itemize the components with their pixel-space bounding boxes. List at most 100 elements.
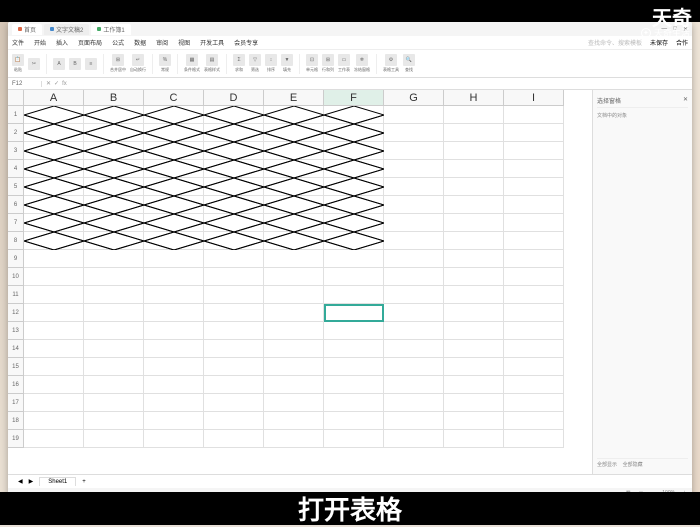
- cell[interactable]: [384, 250, 444, 268]
- cell[interactable]: [324, 394, 384, 412]
- select-all-corner[interactable]: [8, 90, 24, 106]
- cell[interactable]: [444, 160, 504, 178]
- cell[interactable]: [444, 340, 504, 358]
- cell[interactable]: [84, 214, 144, 232]
- cell[interactable]: [444, 124, 504, 142]
- cell[interactable]: [444, 376, 504, 394]
- cell[interactable]: [384, 178, 444, 196]
- cell[interactable]: [84, 196, 144, 214]
- cell[interactable]: [324, 106, 384, 124]
- row-header[interactable]: 16: [8, 376, 24, 394]
- spreadsheet-grid[interactable]: A B C D E F G H I 1234567891011121314151…: [8, 90, 592, 474]
- cell[interactable]: [144, 286, 204, 304]
- cell[interactable]: [144, 376, 204, 394]
- cell[interactable]: [384, 358, 444, 376]
- cell[interactable]: [84, 358, 144, 376]
- menu-dev[interactable]: 开发工具: [200, 38, 224, 47]
- cell[interactable]: [204, 340, 264, 358]
- merge-icon[interactable]: ⊞: [112, 54, 124, 66]
- cell[interactable]: [204, 394, 264, 412]
- col-G[interactable]: G: [384, 90, 444, 106]
- cell[interactable]: [444, 322, 504, 340]
- cell[interactable]: [264, 214, 324, 232]
- cell[interactable]: [144, 142, 204, 160]
- cell[interactable]: [264, 286, 324, 304]
- cell[interactable]: [144, 250, 204, 268]
- cell[interactable]: [264, 196, 324, 214]
- row-header[interactable]: 17: [8, 394, 24, 412]
- cell[interactable]: [24, 160, 84, 178]
- cell[interactable]: [384, 304, 444, 322]
- cell[interactable]: [264, 250, 324, 268]
- cell[interactable]: [204, 376, 264, 394]
- col-I[interactable]: I: [504, 90, 564, 106]
- condformat-icon[interactable]: ▦: [186, 54, 198, 66]
- cell[interactable]: [144, 322, 204, 340]
- cell[interactable]: [24, 376, 84, 394]
- cell[interactable]: [264, 394, 324, 412]
- panel-showall[interactable]: 全部显示: [597, 462, 617, 468]
- cell[interactable]: [444, 214, 504, 232]
- cell[interactable]: [84, 412, 144, 430]
- cell[interactable]: [504, 340, 564, 358]
- cell[interactable]: [24, 142, 84, 160]
- cell[interactable]: [24, 268, 84, 286]
- cell[interactable]: [144, 340, 204, 358]
- cell[interactable]: [84, 124, 144, 142]
- paste-icon[interactable]: 📋: [12, 54, 24, 66]
- cell[interactable]: [324, 430, 384, 448]
- find-icon[interactable]: 🔍: [403, 54, 415, 66]
- menu-file[interactable]: 文件: [12, 38, 24, 47]
- row-header[interactable]: 14: [8, 340, 24, 358]
- cell[interactable]: [204, 178, 264, 196]
- cell[interactable]: [24, 340, 84, 358]
- cell[interactable]: [384, 430, 444, 448]
- cell[interactable]: [84, 376, 144, 394]
- cell[interactable]: [504, 430, 564, 448]
- cell[interactable]: [204, 286, 264, 304]
- title-tab-home[interactable]: 首页: [12, 24, 42, 35]
- cell[interactable]: [324, 196, 384, 214]
- cell[interactable]: [204, 214, 264, 232]
- row-header[interactable]: 4: [8, 160, 24, 178]
- row-header[interactable]: 7: [8, 214, 24, 232]
- nav-prev-icon[interactable]: ◀: [18, 478, 23, 485]
- cell[interactable]: [504, 250, 564, 268]
- cell[interactable]: [324, 358, 384, 376]
- cell[interactable]: [204, 250, 264, 268]
- cell[interactable]: [504, 142, 564, 160]
- cell[interactable]: [324, 286, 384, 304]
- cell[interactable]: [444, 412, 504, 430]
- cell[interactable]: [24, 358, 84, 376]
- panel-hideall[interactable]: 全部隐藏: [623, 462, 643, 468]
- cell[interactable]: [204, 142, 264, 160]
- cell[interactable]: [264, 178, 324, 196]
- cell[interactable]: [444, 142, 504, 160]
- cell[interactable]: [84, 142, 144, 160]
- cell[interactable]: [504, 124, 564, 142]
- row-header[interactable]: 15: [8, 358, 24, 376]
- cell[interactable]: [504, 412, 564, 430]
- cell[interactable]: [264, 232, 324, 250]
- row-header[interactable]: 5: [8, 178, 24, 196]
- cell[interactable]: [444, 250, 504, 268]
- cell[interactable]: [504, 268, 564, 286]
- cell[interactable]: [204, 268, 264, 286]
- cell[interactable]: [384, 232, 444, 250]
- cell[interactable]: [84, 394, 144, 412]
- cell[interactable]: [204, 232, 264, 250]
- cell[interactable]: [84, 268, 144, 286]
- col-B[interactable]: B: [84, 90, 144, 106]
- cell[interactable]: [264, 160, 324, 178]
- cell[interactable]: [204, 160, 264, 178]
- cell[interactable]: [384, 106, 444, 124]
- cell[interactable]: [24, 322, 84, 340]
- cell[interactable]: [84, 286, 144, 304]
- panel-close-icon[interactable]: ✕: [683, 96, 688, 105]
- cell[interactable]: [204, 322, 264, 340]
- cell[interactable]: [324, 142, 384, 160]
- cell[interactable]: [24, 214, 84, 232]
- cell[interactable]: [84, 340, 144, 358]
- menu-review[interactable]: 审阅: [156, 38, 168, 47]
- cell[interactable]: [504, 160, 564, 178]
